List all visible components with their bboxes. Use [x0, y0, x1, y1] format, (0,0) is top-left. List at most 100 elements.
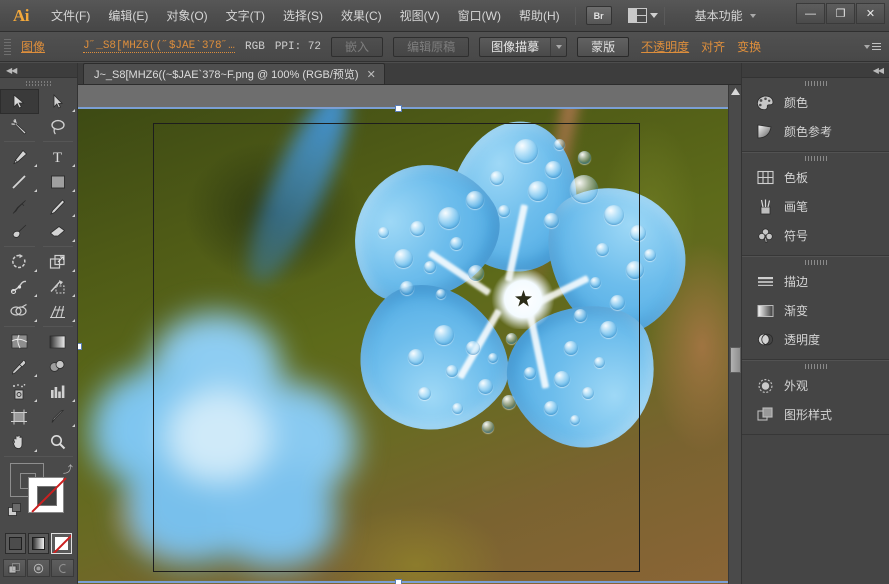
- scroll-up-arrow[interactable]: [729, 85, 741, 98]
- tool-shape-builder[interactable]: [0, 299, 39, 324]
- selection-handle-left[interactable]: [78, 343, 82, 350]
- tool-paintbrush[interactable]: [0, 194, 39, 219]
- tool-perspective-grid[interactable]: [39, 299, 78, 324]
- control-bar: 图像 J˝_S8[MHZ6((˝$JAE`378˝.. RGB PPI: 72 …: [0, 32, 889, 62]
- panel-brushes[interactable]: 画笔: [742, 192, 889, 221]
- menu-help[interactable]: 帮助(H): [510, 0, 569, 32]
- align-label[interactable]: 对齐: [701, 38, 725, 55]
- swatches-icon: [755, 169, 775, 187]
- tool-artboard[interactable]: [0, 404, 39, 429]
- tool-blob-brush[interactable]: [0, 219, 39, 244]
- tool-type[interactable]: T: [39, 144, 78, 169]
- minimize-button[interactable]: —: [796, 3, 825, 24]
- close-icon[interactable]: ✕: [367, 68, 376, 81]
- vertical-scrollbar[interactable]: [728, 85, 741, 584]
- menu-object[interactable]: 对象(O): [157, 0, 216, 32]
- swap-fill-stroke-icon[interactable]: ⤴: [63, 461, 73, 476]
- appearance-icon: [755, 377, 775, 395]
- gradient-mode-button[interactable]: [28, 533, 49, 554]
- control-bar-overflow-menu[interactable]: [864, 43, 881, 50]
- draw-inside-button[interactable]: [51, 559, 74, 577]
- panel-swatches[interactable]: 色板: [742, 163, 889, 192]
- tool-column-graph[interactable]: [39, 379, 78, 404]
- draw-normal-button[interactable]: [3, 559, 26, 577]
- dock-drag-handle-4[interactable]: [742, 361, 889, 371]
- dock-drag-handle-2[interactable]: [742, 153, 889, 163]
- tool-direct-selection[interactable]: [39, 89, 78, 114]
- tool-flyout-indicator-eyedropper: [34, 374, 37, 377]
- color-mode-button[interactable]: [5, 533, 26, 554]
- tool-flyout-indicator-scale: [72, 269, 75, 272]
- image-trace-dropdown[interactable]: [550, 38, 566, 56]
- panel-transparency[interactable]: 透明度: [742, 325, 889, 354]
- menu-effect[interactable]: 效果(C): [332, 0, 391, 32]
- foreground-flower: [338, 109, 708, 489]
- menu-select[interactable]: 选择(S): [274, 0, 332, 32]
- none-mode-button[interactable]: [51, 533, 72, 554]
- tool-pen[interactable]: [0, 144, 39, 169]
- placed-image[interactable]: [78, 109, 728, 584]
- tool-rectangle[interactable]: [39, 169, 78, 194]
- close-button[interactable]: ✕: [856, 3, 885, 24]
- symbols-icon: [755, 227, 775, 245]
- tool-symbol-sprayer[interactable]: [0, 379, 39, 404]
- dock-drag-handle[interactable]: [742, 78, 889, 88]
- menu-edit[interactable]: 编辑(E): [99, 0, 157, 32]
- tool-blend[interactable]: [39, 354, 78, 379]
- tool-zoom[interactable]: [39, 429, 78, 454]
- fill-swatch[interactable]: [28, 477, 64, 513]
- default-fill-stroke-icon[interactable]: [8, 503, 23, 523]
- tool-selection[interactable]: [0, 89, 39, 114]
- tool-lasso[interactable]: [39, 114, 78, 139]
- mask-button[interactable]: 蒙版: [577, 37, 629, 57]
- panel-symbols[interactable]: 符号: [742, 221, 889, 250]
- canvas[interactable]: [78, 85, 741, 584]
- edit-original-button[interactable]: 编辑原稿: [393, 37, 469, 57]
- transform-label[interactable]: 变换: [737, 38, 761, 55]
- arrange-documents-button[interactable]: [628, 6, 658, 26]
- embed-button[interactable]: 嵌入: [331, 37, 383, 57]
- workspace-switcher[interactable]: 基本功能: [695, 7, 756, 24]
- tool-magic-wand[interactable]: [0, 114, 39, 139]
- tool-eyedropper[interactable]: [0, 354, 39, 379]
- control-bar-grip[interactable]: [4, 39, 11, 55]
- selection-handle-bottom[interactable]: [395, 579, 402, 584]
- object-type-label[interactable]: 图像: [17, 38, 49, 55]
- draw-behind-button[interactable]: [27, 559, 50, 577]
- menu-file[interactable]: 文件(F): [42, 0, 99, 32]
- tool-rotate[interactable]: [0, 249, 39, 274]
- tool-line-segment[interactable]: [0, 169, 39, 194]
- tool-mesh[interactable]: [0, 329, 39, 354]
- selection-handle-top[interactable]: [395, 105, 402, 112]
- panel-graphic-styles[interactable]: 图形样式: [742, 400, 889, 429]
- tool-width[interactable]: [0, 274, 39, 299]
- image-trace-split-button[interactable]: 图像描摹: [479, 37, 567, 57]
- document-tab[interactable]: J~_S8[MHZ6((~$JAE`378~F.png @ 100% (RGB/…: [83, 63, 385, 84]
- menu-type[interactable]: 文字(T): [217, 0, 274, 32]
- menu-window[interactable]: 窗口(W): [449, 0, 510, 32]
- chevron-down-icon-workspace: [750, 14, 756, 18]
- linked-file-name[interactable]: J˝_S8[MHZ6((˝$JAE`378˝..: [83, 40, 235, 53]
- tool-pencil[interactable]: [39, 194, 78, 219]
- tool-gradient[interactable]: [39, 329, 78, 354]
- dock-collapse-bar[interactable]: ◀◀: [742, 63, 889, 78]
- go-to-bridge-button[interactable]: Br: [586, 6, 612, 25]
- panel-stroke[interactable]: 描边: [742, 267, 889, 296]
- tool-hand[interactable]: [0, 429, 39, 454]
- panel-gradient[interactable]: 渐变: [742, 296, 889, 325]
- panel-appearance[interactable]: 外观: [742, 371, 889, 400]
- toolbox-collapse-bar[interactable]: ◀◀: [0, 63, 77, 78]
- toolbox-drag-handle[interactable]: [0, 78, 77, 89]
- panel-color-guide[interactable]: 颜色参考: [742, 117, 889, 146]
- maximize-button[interactable]: ❐: [826, 3, 855, 24]
- tool-eraser[interactable]: [39, 219, 78, 244]
- tool-scale[interactable]: [39, 249, 78, 274]
- menu-view[interactable]: 视图(V): [391, 0, 449, 32]
- drawing-mode-buttons: [0, 559, 77, 577]
- tool-slice[interactable]: [39, 404, 78, 429]
- tool-free-transform[interactable]: [39, 274, 78, 299]
- opacity-label[interactable]: 不透明度: [641, 38, 689, 55]
- scrollbar-thumb[interactable]: [730, 347, 741, 373]
- panel-color[interactable]: 颜色: [742, 88, 889, 117]
- dock-drag-handle-3[interactable]: [742, 257, 889, 267]
